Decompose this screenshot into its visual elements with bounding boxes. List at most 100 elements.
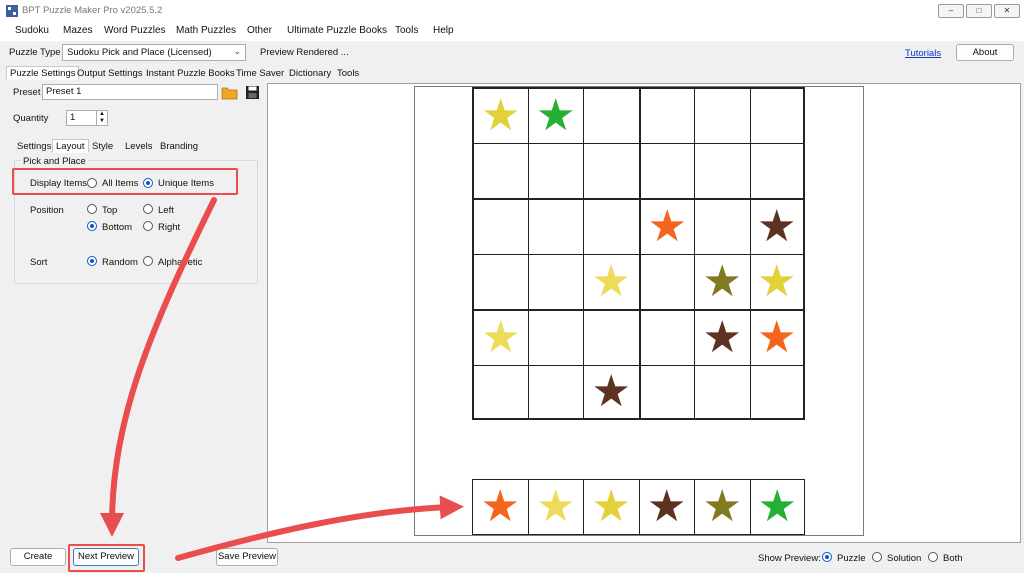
star-icon: ★ [591, 481, 631, 531]
tab-instant-puzzle-books[interactable]: Instant Puzzle Books [142, 66, 239, 80]
grid-cell: ★ [583, 253, 639, 309]
minimize-button[interactable]: – [938, 4, 964, 18]
pick-cell: ★ [749, 479, 805, 535]
grid-cell [472, 364, 528, 420]
sub-tabs: Settings Layout Style Levels Branding [13, 139, 203, 153]
tab-output-settings[interactable]: Output Settings [73, 66, 146, 80]
menu-tools[interactable]: Tools [395, 25, 418, 36]
menu-other[interactable]: Other [247, 25, 272, 36]
grid-cell: ★ [638, 198, 694, 254]
sort-random-label: Random [102, 257, 138, 268]
puzzle-type-value: Sudoku Pick and Place (Licensed) [67, 47, 212, 58]
grid-cell [749, 142, 805, 198]
group-title: Pick and Place [21, 156, 88, 167]
menu-sudoku[interactable]: Sudoku [15, 25, 49, 36]
grid-cell [749, 87, 805, 143]
star-icon: ★ [757, 201, 797, 251]
tutorials-link[interactable]: Tutorials [905, 48, 941, 59]
tab-branding[interactable]: Branding [156, 139, 202, 153]
show-both-label: Both [943, 553, 963, 564]
grid-cell: ★ [749, 253, 805, 309]
grid-cell [527, 309, 583, 365]
tab-levels[interactable]: Levels [121, 139, 156, 153]
star-icon: ★ [591, 366, 631, 416]
main-tabs: Puzzle Settings Output Settings Instant … [6, 66, 366, 80]
star-icon: ★ [647, 481, 687, 531]
star-icon: ★ [536, 90, 576, 140]
app-icon [6, 5, 18, 17]
preset-label: Preset [13, 87, 41, 98]
grid-cell [638, 87, 694, 143]
menu-mazes[interactable]: Mazes [63, 25, 92, 36]
menu-help[interactable]: Help [433, 25, 454, 36]
menu-ultimate-puzzle-books[interactable]: Ultimate Puzzle Books [287, 25, 387, 36]
show-preview-label: Show Preview: [758, 553, 821, 564]
show-puzzle-radio[interactable] [822, 552, 832, 562]
show-solution-radio[interactable] [872, 552, 882, 562]
pick-cell: ★ [527, 479, 583, 535]
position-top-label: Top [102, 205, 118, 216]
open-folder-icon[interactable] [221, 85, 239, 100]
menu-word-puzzles[interactable]: Word Puzzles [104, 25, 166, 36]
grid-cell [694, 87, 750, 143]
star-icon: ★ [757, 481, 797, 531]
grid-cell [472, 253, 528, 309]
grid-cell [527, 253, 583, 309]
tab-style[interactable]: Style [88, 139, 117, 153]
maximize-button[interactable]: □ [966, 4, 992, 18]
grid-cell [583, 87, 639, 143]
preset-input[interactable]: Preset 1 [42, 84, 218, 100]
status-text: Preview Rendered ... [260, 47, 349, 58]
grid-cell [527, 364, 583, 420]
about-button[interactable]: About [956, 44, 1014, 61]
grid-cell: ★ [749, 309, 805, 365]
save-preview-button[interactable]: Save Preview [216, 548, 278, 566]
menu-bar: Sudoku Mazes Word Puzzles Math Puzzles O… [0, 22, 1024, 41]
grid-cell: ★ [527, 87, 583, 143]
grid-cell [527, 142, 583, 198]
pick-cell: ★ [583, 479, 639, 535]
grid-cell [749, 364, 805, 420]
create-button[interactable]: Create [10, 548, 66, 566]
tab-tools[interactable]: Tools [333, 66, 363, 80]
position-left-radio[interactable] [143, 204, 153, 214]
next-preview-highlight [68, 544, 145, 572]
show-both-radio[interactable] [928, 552, 938, 562]
tab-settings[interactable]: Settings [13, 139, 55, 153]
grid-cell: ★ [472, 309, 528, 365]
star-icon: ★ [481, 312, 521, 362]
star-icon: ★ [481, 90, 521, 140]
grid-cell [583, 198, 639, 254]
sort-label: Sort [30, 257, 48, 268]
position-bottom-radio[interactable] [87, 221, 97, 231]
position-top-radio[interactable] [87, 204, 97, 214]
title-bar: BPT Puzzle Maker Pro v2025.5.2 – □ ✕ [0, 0, 1024, 22]
save-icon[interactable] [245, 85, 260, 100]
position-bottom-label: Bottom [102, 222, 133, 233]
grid-cell: ★ [694, 253, 750, 309]
quantity-stepper[interactable]: 1 ▲ ▼ [66, 110, 108, 126]
pick-cell: ★ [638, 479, 694, 535]
position-right-radio[interactable] [143, 221, 153, 231]
grid-cell: ★ [694, 309, 750, 365]
star-icon: ★ [757, 312, 797, 362]
grid-cell: ★ [583, 364, 639, 420]
tab-layout[interactable]: Layout [52, 139, 89, 153]
puzzle-type-select[interactable]: Sudoku Pick and Place (Licensed) ⌄ [62, 44, 246, 61]
tab-dictionary[interactable]: Dictionary [285, 66, 335, 80]
puzzle-type-label: Puzzle Type [9, 47, 61, 58]
star-icon: ★ [480, 481, 520, 531]
grid-cell [472, 142, 528, 198]
star-icon: ★ [591, 256, 631, 306]
sort-alphabetic-radio[interactable] [143, 256, 153, 266]
star-icon: ★ [702, 312, 742, 362]
tab-puzzle-settings[interactable]: Puzzle Settings [6, 66, 80, 80]
close-button[interactable]: ✕ [994, 4, 1020, 18]
tab-time-saver[interactable]: Time Saver [232, 66, 288, 80]
spinner-arrows-icon[interactable]: ▲ ▼ [96, 111, 107, 125]
sort-alphabetic-label: Alphabetic [158, 257, 203, 268]
sort-random-radio[interactable] [87, 256, 97, 266]
menu-math-puzzles[interactable]: Math Puzzles [176, 25, 236, 36]
star-icon: ★ [757, 256, 797, 306]
grid-cell [527, 198, 583, 254]
